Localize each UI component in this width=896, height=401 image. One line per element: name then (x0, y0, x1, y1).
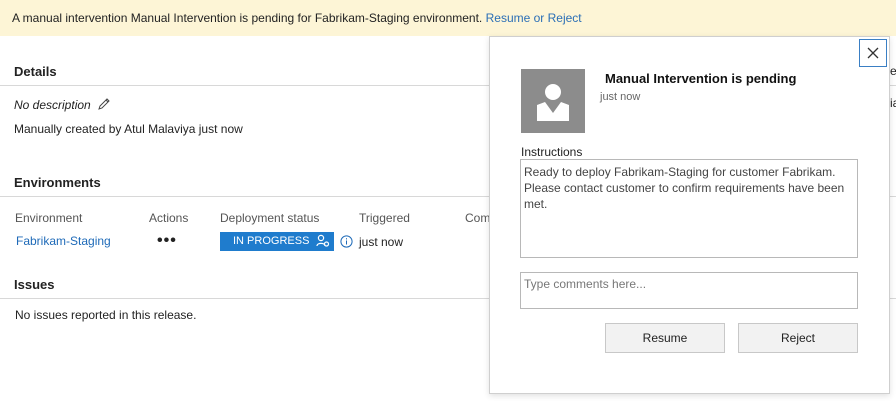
close-icon[interactable] (859, 39, 887, 67)
intervention-banner: A manual intervention Manual Interventio… (0, 0, 896, 36)
comments-input[interactable] (520, 272, 858, 309)
background-edge-text-2: ia (890, 96, 896, 110)
triggered-time: just now (359, 235, 404, 249)
column-header-triggered[interactable]: Triggered (359, 211, 410, 225)
status-label: IN PROGRESS (233, 235, 310, 247)
instructions-label: Instructions (521, 145, 583, 159)
reject-button[interactable]: Reject (738, 323, 858, 353)
panel-timestamp: just now (600, 91, 641, 103)
environments-heading: Environments (14, 175, 101, 190)
resume-or-reject-link[interactable]: Resume or Reject (486, 11, 582, 25)
actions-menu-button[interactable]: ••• (157, 232, 177, 250)
manual-intervention-panel: Manual Intervention is pending just now … (489, 36, 890, 394)
column-header-environment[interactable]: Environment (15, 211, 82, 225)
status-badge[interactable]: IN PROGRESS (220, 232, 334, 251)
column-header-actions[interactable]: Actions (149, 211, 188, 225)
panel-title: Manual Intervention is pending (605, 71, 797, 86)
user-avatar-icon (521, 69, 585, 133)
column-header-deployment-status[interactable]: Deployment status (220, 211, 319, 225)
resume-button[interactable]: Resume (605, 323, 725, 353)
pencil-icon[interactable] (97, 97, 111, 114)
info-icon[interactable] (340, 235, 353, 251)
background-edge-text: er (890, 64, 896, 78)
instructions-box: Ready to deploy Fabrikam-Staging for cus… (520, 159, 858, 258)
column-header-comments[interactable]: Com (465, 211, 490, 225)
issues-heading: Issues (14, 277, 55, 292)
approver-icon[interactable] (316, 234, 330, 255)
banner-message: A manual intervention Manual Interventio… (12, 11, 483, 25)
issues-message: No issues reported in this release. (15, 308, 197, 322)
created-by-text: Manually created by Atul Malaviya just n… (14, 122, 243, 136)
environment-link[interactable]: Fabrikam-Staging (16, 234, 111, 248)
description-text: No description (14, 98, 91, 112)
details-heading: Details (14, 64, 57, 79)
